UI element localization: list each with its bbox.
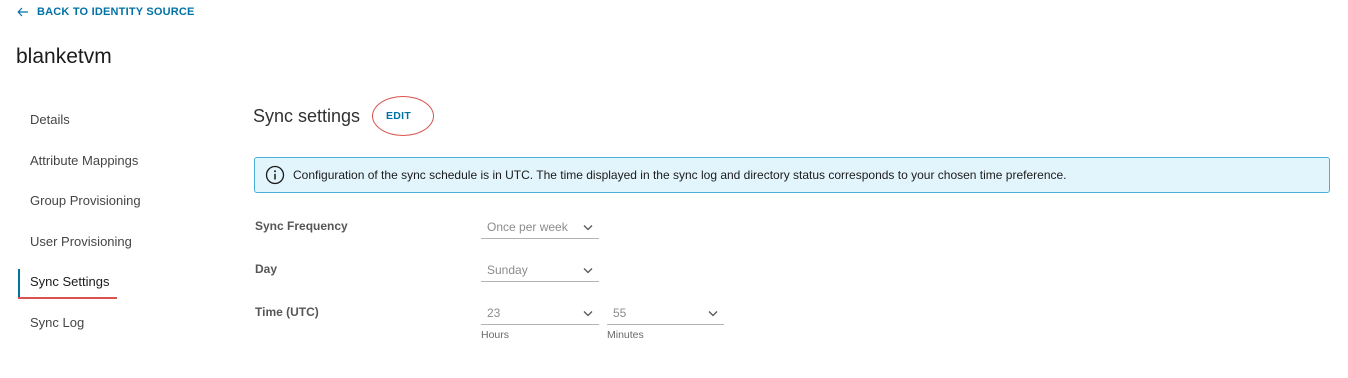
info-icon	[265, 165, 285, 185]
back-to-identity-source-link[interactable]: BACK TO IDENTITY SOURCE	[17, 6, 195, 18]
sidebar-nav: Details Attribute Mappings Group Provisi…	[18, 100, 158, 343]
time-utc-label: Time (UTC)	[255, 305, 319, 319]
hours-value: 23	[487, 306, 501, 320]
sidebar-item-sync-settings[interactable]: Sync Settings	[18, 262, 158, 303]
chevron-down-icon	[583, 311, 593, 317]
edit-button[interactable]: EDIT	[386, 110, 411, 122]
section-title: Sync settings	[253, 106, 361, 126]
day-value: Sunday	[487, 263, 528, 277]
page: BACK TO IDENTITY SOURCE blanketvm Detail…	[0, 0, 1348, 378]
sidebar-item-sync-log[interactable]: Sync Log	[18, 303, 158, 344]
info-alert: Configuration of the sync schedule is in…	[254, 157, 1330, 193]
day-label: Day	[255, 262, 278, 276]
page-title: blanketvm	[16, 45, 112, 68]
sidebar-item-details[interactable]: Details	[18, 100, 158, 141]
alert-text: Configuration of the sync schedule is in…	[293, 168, 1067, 182]
sync-frequency-value: Once per week	[487, 220, 568, 234]
edit-annotation: EDIT	[372, 96, 434, 136]
sidebar-item-group-provisioning[interactable]: Group Provisioning	[18, 181, 158, 222]
back-link-label: BACK TO IDENTITY SOURCE	[37, 6, 195, 18]
chevron-down-icon	[708, 311, 718, 317]
day-select[interactable]: Sunday	[481, 260, 599, 282]
sync-frequency-label: Sync Frequency	[255, 219, 348, 233]
chevron-down-icon	[583, 268, 593, 274]
sidebar-item-user-provisioning[interactable]: User Provisioning	[18, 222, 158, 263]
arrow-left-icon	[17, 7, 28, 17]
sync-frequency-select[interactable]: Once per week	[481, 217, 599, 239]
hours-hint: Hours	[481, 329, 510, 341]
minutes-select[interactable]: 55	[607, 303, 724, 325]
minutes-hint: Minutes	[607, 329, 644, 341]
minutes-value: 55	[613, 306, 627, 320]
sidebar-item-attribute-mappings[interactable]: Attribute Mappings	[18, 141, 158, 182]
hours-select[interactable]: 23	[481, 303, 599, 325]
chevron-down-icon	[583, 225, 593, 231]
